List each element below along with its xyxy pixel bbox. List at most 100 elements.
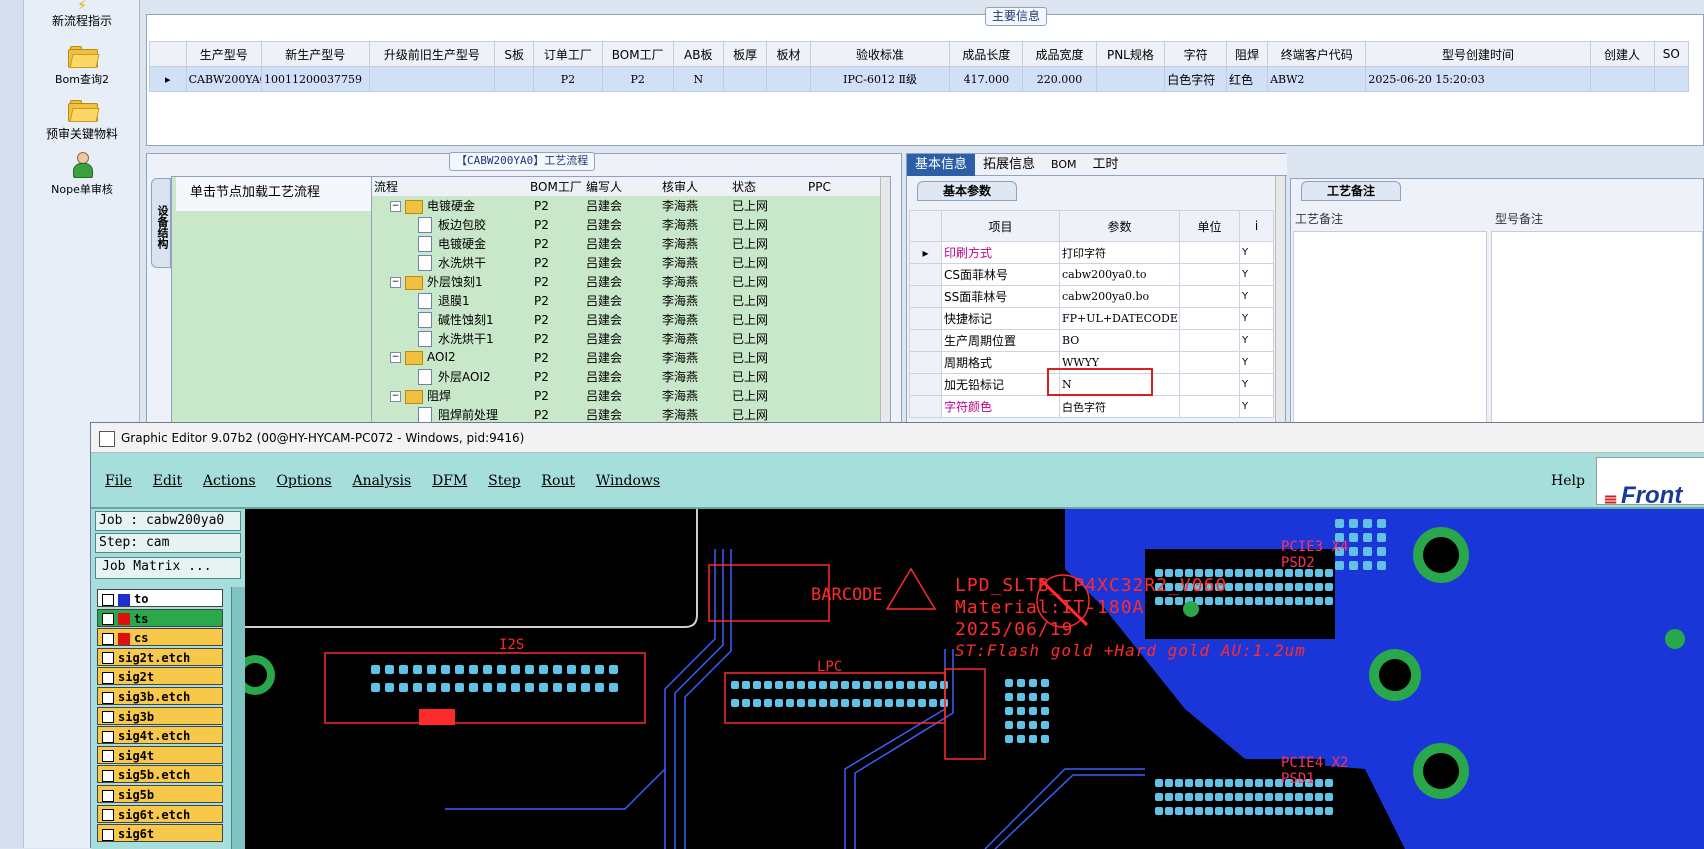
layer-row[interactable]: to [97,589,223,607]
column-header[interactable]: 编写人 [584,177,660,196]
column-header[interactable]: 参数 [1059,210,1180,242]
layer-row[interactable]: cs [97,628,223,647]
layer-checkbox[interactable] [102,789,114,802]
table-cell[interactable]: N [672,66,724,92]
table-row[interactable]: SS面菲林号 cabw200ya0.bo Y [909,285,1274,308]
tab-basic-params[interactable]: 基本参数 [917,181,1017,201]
param-value[interactable]: BO [1059,329,1180,352]
layer-row[interactable]: sig6t.etch [97,804,223,823]
column-header[interactable]: PPC [806,177,890,196]
column-header[interactable]: 字符 [1164,41,1227,67]
layer-row[interactable]: sig2t.etch [97,647,223,666]
table-cell[interactable]: 417.000 [949,66,1024,92]
layer-checkbox[interactable] [102,828,114,841]
param-value[interactable]: cabw200ya0.bo [1059,285,1180,308]
param-value[interactable]: 白色字符 [1059,395,1180,418]
table-row[interactable]: 碱性蚀刻1 P2 吕建会 李海燕 已上网 [372,310,890,329]
column-header[interactable]: 单位 [1179,210,1240,242]
table-row[interactable]: CS面菲林号 cabw200ya0.to Y [909,263,1274,286]
editor-titlebar[interactable]: Graphic Editor 9.07b2 (00@HY-HYCAM-PC072… [91,423,1704,453]
nav-item-new-process[interactable]: ⚡ 新流程指示 [24,0,140,29]
model-remarks-textarea[interactable] [1491,231,1703,431]
layer-row[interactable]: sig5b [97,785,223,803]
column-header[interactable]: BOM工厂 [601,41,674,67]
table-cell[interactable] [1589,66,1655,92]
param-value[interactable]: 打印字符 [1059,241,1180,264]
table-cell[interactable] [1653,66,1690,92]
table-cell[interactable]: ABW2 [1267,66,1367,92]
layer-checkbox[interactable] [102,613,114,626]
table-row[interactable]: 退膜1 P2 吕建会 李海燕 已上网 [372,291,890,310]
table-row[interactable]: 板边包胶 P2 吕建会 李海燕 已上网 [372,215,890,234]
column-header[interactable]: 生产型号 [185,41,263,67]
column-header[interactable]: 流程 [372,177,528,196]
table-row[interactable]: 外层AOI2 P2 吕建会 李海燕 已上网 [372,367,890,386]
menu-analysis[interactable]: Analysis [352,453,411,509]
layer-checkbox[interactable] [102,730,114,743]
column-header[interactable]: 型号创建时间 [1365,41,1591,67]
table-row[interactable]: ▸ 印刷方式 打印字符 Y [909,241,1274,264]
table-row[interactable]: ▸ CABW200YA0 10011200037759 P2 P2 N IPC-… [149,66,1690,92]
collapse-icon[interactable]: − [390,277,401,288]
layer-row[interactable]: sig4t [97,745,223,764]
column-header[interactable]: 终端客户代码 [1267,41,1367,67]
menu-step[interactable]: Step [488,453,520,509]
column-header[interactable]: AB板 [672,41,724,67]
menu-rout[interactable]: Rout [541,453,575,509]
column-header[interactable]: 核审人 [660,177,730,196]
menu-options[interactable]: Options [276,453,331,509]
process-remarks-textarea[interactable] [1293,231,1487,431]
column-header[interactable]: 成品长度 [949,41,1024,67]
table-row[interactable]: 字符颜色 白色字符 Y [909,395,1274,418]
process-scrollbar[interactable] [880,177,890,433]
layer-checkbox[interactable] [102,769,114,782]
layer-checkbox[interactable] [102,809,114,822]
tab-process-remarks[interactable]: 工艺备注 [1301,181,1401,201]
nav-item-bom-query[interactable]: Bom查询2 [24,46,140,87]
table-cell[interactable]: 2025-06-20 15:20:03 [1365,66,1591,92]
collapse-icon[interactable]: − [390,352,401,364]
layer-row[interactable]: sig3b.etch [97,687,223,705]
column-header[interactable]: PNL规格 [1095,41,1166,67]
column-header[interactable]: 板材 [766,41,811,67]
column-header[interactable]: 项目 [941,210,1060,242]
table-row[interactable]: 生产周期位置 BO Y [909,329,1274,352]
side-tab-device-structure[interactable]: 设备结构 [151,178,171,268]
menu-actions[interactable]: Actions [203,453,256,509]
tab-extended-info[interactable]: 拓展信息 [975,154,1043,176]
column-header[interactable]: 创建人 [1589,41,1655,67]
param-value[interactable]: FP+UL+DATECODE [1059,307,1180,330]
table-row[interactable]: 水洗烘干 P2 吕建会 李海燕 已上网 [372,253,890,272]
table-cell[interactable] [1095,66,1166,92]
menu-edit[interactable]: Edit [153,453,182,509]
info-scrollbar[interactable] [1275,176,1285,434]
layer-row[interactable]: sig5b.etch [97,765,223,784]
layer-row[interactable]: sig3b [97,706,223,725]
table-cell[interactable] [494,66,535,92]
collapse-icon[interactable]: − [390,201,401,212]
layer-row[interactable]: sig2t [97,667,223,686]
table-row[interactable]: − 阻焊 P2 吕建会 李海燕 已上网 [372,386,890,405]
nav-item-key-material[interactable]: 预审关键物料 [24,100,140,142]
menu-windows[interactable]: Windows [596,453,660,509]
table-cell[interactable]: IPC-6012 Ⅱ级 [809,66,951,92]
layer-checkbox[interactable] [102,652,114,665]
column-header[interactable]: 订单工厂 [533,41,603,67]
collapse-icon[interactable]: − [390,391,401,402]
layer-row[interactable]: sig4t.etch [97,726,223,745]
pcb-canvas[interactable]: BARCODE LPD_SLTB_LP4XC32R2_V060 Material… [245,509,1704,849]
layer-scrollbar[interactable] [231,587,245,849]
table-cell[interactable] [368,66,496,92]
tab-bom[interactable]: BOM [1043,154,1085,176]
column-header[interactable]: 阻焊 [1225,41,1269,67]
layer-checkbox[interactable] [102,711,114,724]
layer-checkbox[interactable] [102,750,114,763]
tab-work-hours[interactable]: 工时 [1085,154,1127,176]
table-row[interactable]: 电镀硬金 P2 吕建会 李海燕 已上网 [372,234,890,253]
menu-file[interactable]: File [105,453,132,509]
table-row[interactable]: 水洗烘干1 P2 吕建会 李海燕 已上网 [372,329,890,348]
column-header[interactable]: S板 [494,41,535,67]
table-row[interactable]: − 外层蚀刻1 P2 吕建会 李海燕 已上网 [372,272,890,291]
column-header[interactable]: 板厚 [722,41,768,67]
param-value[interactable]: cabw200ya0.to [1059,263,1180,286]
